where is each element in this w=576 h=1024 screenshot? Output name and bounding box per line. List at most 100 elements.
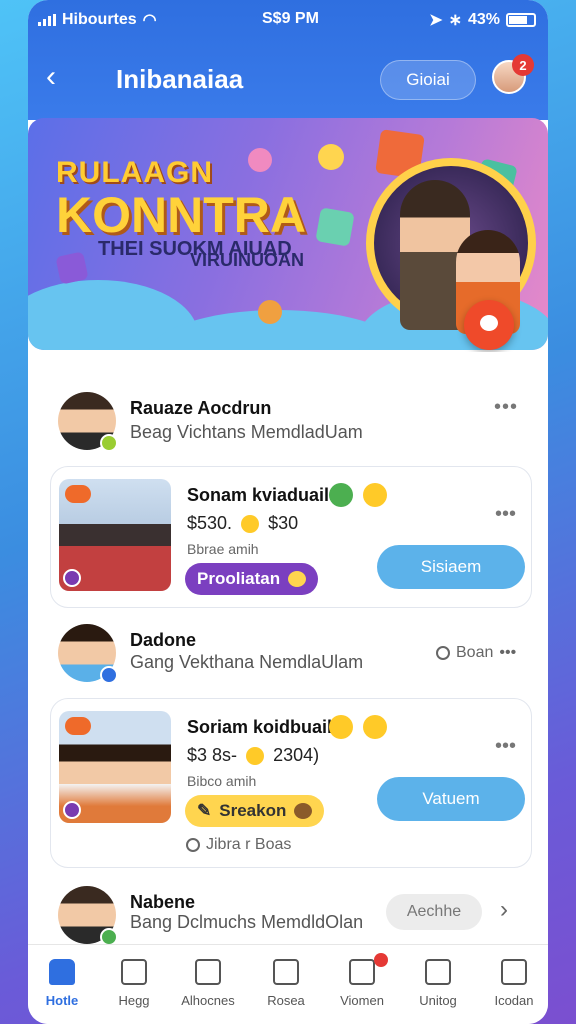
listing-card[interactable]: Sonam kviaduail $530. $30 Bbrae amih Pro… <box>50 466 532 608</box>
emoji-icon <box>318 144 344 170</box>
location-icon: ➤ <box>429 12 443 29</box>
tab-label: Hegg <box>118 993 150 1008</box>
item-subtitle: Bang Dclmuchs MemdldOlan <box>130 912 364 932</box>
item-subtitle: Beag Vichtans MemdladUam <box>130 422 363 442</box>
menu-icon <box>501 959 527 985</box>
heart-icon <box>294 803 313 819</box>
price-value-secondary: $30 <box>268 513 299 533</box>
brand-logo-icon <box>65 717 91 735</box>
tab-label: Unitog <box>419 993 457 1008</box>
back-button[interactable]: ‹ <box>46 62 72 92</box>
emoji-icon <box>246 747 265 766</box>
tab-home[interactable]: Hotle <box>28 957 96 1017</box>
tag-label: Prooliatan <box>197 569 281 588</box>
home-icon <box>49 959 75 985</box>
avatar <box>58 624 118 684</box>
tab-2[interactable]: Hegg <box>100 957 168 1017</box>
status-time: S$9 PM <box>262 10 319 27</box>
status-dot-icon <box>100 434 118 452</box>
house-outline-icon <box>121 959 147 985</box>
avatar <box>58 392 118 452</box>
notification-badge: 2 <box>512 54 534 76</box>
tab-label: Icodan <box>494 993 534 1008</box>
grid-icon <box>195 959 221 985</box>
sticker-icon <box>315 207 355 247</box>
notification-dot <box>374 953 388 967</box>
brand-logo-icon <box>65 485 91 503</box>
list-item[interactable]: Rauaze Aocdrun Beag Vichtans MemdladUam … <box>28 388 548 478</box>
clock-icon <box>436 646 450 660</box>
tab-label: Rosea <box>267 993 305 1008</box>
status-bar: Hibourtes ◠ S$9 PM ➤ ∗ 43% <box>28 0 548 38</box>
card-title: Sonam kviaduail <box>187 485 330 505</box>
chat-icon <box>349 959 375 985</box>
card-price: $530. $30 <box>187 513 298 534</box>
banner-heading-1: RULAAGN <box>56 156 213 189</box>
more-options-icon[interactable]: ••• <box>494 396 518 419</box>
carrier-label: Hibourtes <box>62 11 137 28</box>
meta-text: Jibra r Boas <box>206 836 292 853</box>
card-thumbnail <box>59 479 171 591</box>
item-action-button[interactable]: Aechhe <box>386 894 482 930</box>
card-price: $3 8s- 2304) <box>187 745 319 766</box>
card-meta: Jibra r Boas <box>186 836 291 854</box>
price-value-secondary: 2304) <box>273 745 320 765</box>
avatar <box>58 886 118 946</box>
price-value: $530. <box>187 513 233 533</box>
card-action-button[interactable]: Vatuem <box>377 777 525 821</box>
tab-6[interactable]: Unitog <box>404 957 472 1017</box>
pencil-icon: ✎ <box>197 801 212 820</box>
tab-3[interactable]: Alhocnes <box>174 957 242 1017</box>
check-icon <box>329 483 353 507</box>
wifi-icon: ◠ <box>142 12 157 29</box>
tab-label: Hotle <box>45 993 79 1008</box>
status-meta: Boan ••• <box>436 644 516 662</box>
card-subtitle: Bbrae amih <box>187 541 259 557</box>
tag-button[interactable]: ✎ Sreakon <box>185 795 325 827</box>
chevron-right-icon[interactable]: › <box>500 896 508 924</box>
smile-emoji-icon <box>329 715 353 739</box>
brand-badge-icon <box>63 569 81 587</box>
card-subtitle: Bibco amih <box>187 773 257 789</box>
header: Hibourtes ◠ S$9 PM ➤ ∗ 43% ‹ Inibanaiaa … <box>28 0 548 120</box>
bag-icon <box>425 959 451 985</box>
emoji-icon <box>258 300 282 324</box>
item-name: Nabene <box>130 892 196 912</box>
chevron-left-icon: ‹ <box>46 60 56 93</box>
banner-heading-2: KONNTRA <box>56 187 306 243</box>
tab-label: Alhocnes <box>181 993 235 1008</box>
emoji-icon <box>241 515 260 534</box>
item-name: Rauaze Aocdrun <box>130 398 272 418</box>
sticker-icon <box>55 251 89 285</box>
chat-fab-button[interactable] <box>464 300 514 350</box>
list-item[interactable]: Dadone Gang Vekthana NemdlaUlam Boan ••• <box>28 618 548 708</box>
tab-7[interactable]: Icodan <box>480 957 548 1017</box>
card-action-button[interactable]: Sisiaem <box>377 545 525 589</box>
bottom-tab-bar: Hotle Hegg Alhocnes Rosea Viomen Unitog … <box>28 944 548 1024</box>
signal-icon <box>38 14 56 26</box>
tab-5[interactable]: Viomen <box>328 953 396 1017</box>
card-title: Soriam koidbuail <box>187 717 333 737</box>
more-options-icon[interactable]: ••• <box>499 644 516 662</box>
bolt-icon <box>273 959 299 985</box>
global-button[interactable]: Gioiai <box>380 60 476 100</box>
clock-icon <box>186 838 200 852</box>
tag-button[interactable]: Prooliatan <box>185 563 319 595</box>
feed-list: Rauaze Aocdrun Beag Vichtans MemdladUam … <box>28 352 548 946</box>
phone-screen: Hibourtes ◠ S$9 PM ➤ ∗ 43% ‹ Inibanaiaa … <box>28 0 548 1024</box>
smile-emoji-icon <box>363 483 387 507</box>
status-right: ➤ ∗ 43% <box>429 10 536 30</box>
item-name: Dadone <box>130 630 197 650</box>
status-text: Boan <box>456 644 494 661</box>
page-title: Inibanaiaa <box>116 64 244 94</box>
card-thumbnail <box>59 711 171 823</box>
smile-emoji-icon <box>363 715 387 739</box>
more-options-icon[interactable]: ••• <box>495 735 516 758</box>
tab-4[interactable]: Rosea <box>252 957 320 1017</box>
emoji-icon <box>248 148 272 172</box>
heart-icon <box>288 571 307 587</box>
more-options-icon[interactable]: ••• <box>495 503 516 526</box>
tag-label: Sreakon <box>219 801 287 820</box>
battery-percent: 43% <box>467 11 500 28</box>
status-dot-icon <box>100 666 118 684</box>
